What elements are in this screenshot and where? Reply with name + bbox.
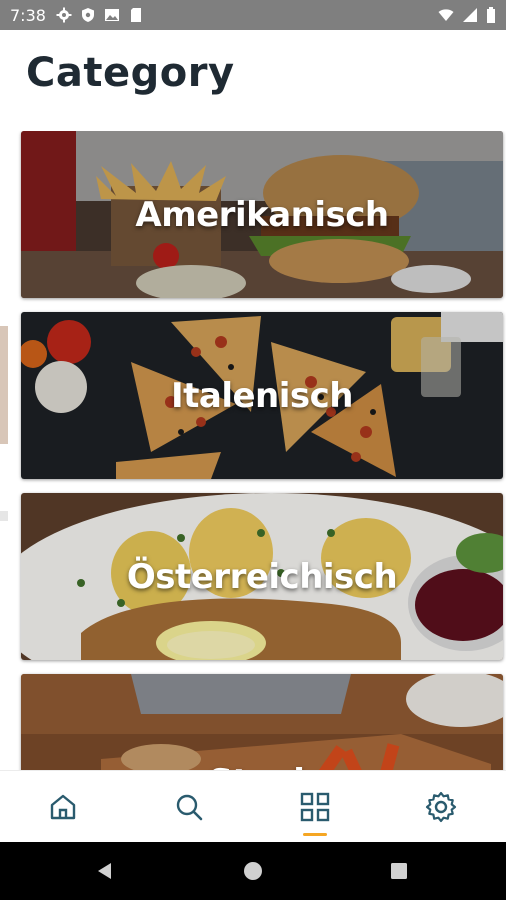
gear-icon — [425, 791, 457, 823]
bottom-navigation — [0, 770, 506, 843]
sd-card-icon — [130, 8, 141, 22]
category-card-oesterreichisch[interactable]: Österreichisch — [21, 493, 503, 660]
settings-icon — [56, 7, 72, 23]
grid-icon — [300, 792, 330, 822]
signal-icon — [463, 8, 477, 22]
category-list[interactable]: Amerikanisch Italenisch Österreichisch — [0, 131, 506, 770]
system-recents-button[interactable] — [369, 842, 429, 900]
category-label: Österreichisch — [126, 556, 398, 597]
category-label: Steak — [21, 762, 503, 770]
nav-settings[interactable] — [378, 771, 504, 843]
system-navigation-bar — [0, 842, 506, 900]
search-icon — [176, 794, 203, 821]
home-circle-icon — [244, 862, 262, 880]
category-label: Amerikanisch — [135, 194, 389, 235]
system-back-button[interactable] — [75, 842, 135, 900]
nav-home[interactable] — [0, 771, 126, 843]
category-card-amerikanisch[interactable]: Amerikanisch — [21, 131, 503, 298]
steak-platter-photo — [21, 674, 503, 770]
back-icon — [98, 863, 111, 879]
category-card-steak[interactable]: Steak — [21, 674, 503, 770]
category-label: Italenisch — [170, 375, 354, 416]
shield-icon — [81, 8, 94, 22]
battery-icon — [487, 7, 495, 23]
scroll-peek-image — [0, 511, 8, 521]
system-home-button[interactable] — [223, 842, 283, 900]
active-tab-indicator — [303, 833, 327, 836]
category-card-italenisch[interactable]: Italenisch — [21, 312, 503, 479]
nav-search[interactable] — [126, 771, 252, 843]
home-icon — [50, 794, 76, 820]
status-time: 7:38 — [10, 5, 46, 25]
image-icon — [104, 9, 119, 21]
recents-icon — [391, 863, 407, 879]
page-title: Category — [26, 50, 235, 96]
status-bar: 7:38 — [0, 0, 506, 30]
scroll-peek-image — [0, 326, 8, 444]
wifi-icon — [438, 9, 454, 21]
